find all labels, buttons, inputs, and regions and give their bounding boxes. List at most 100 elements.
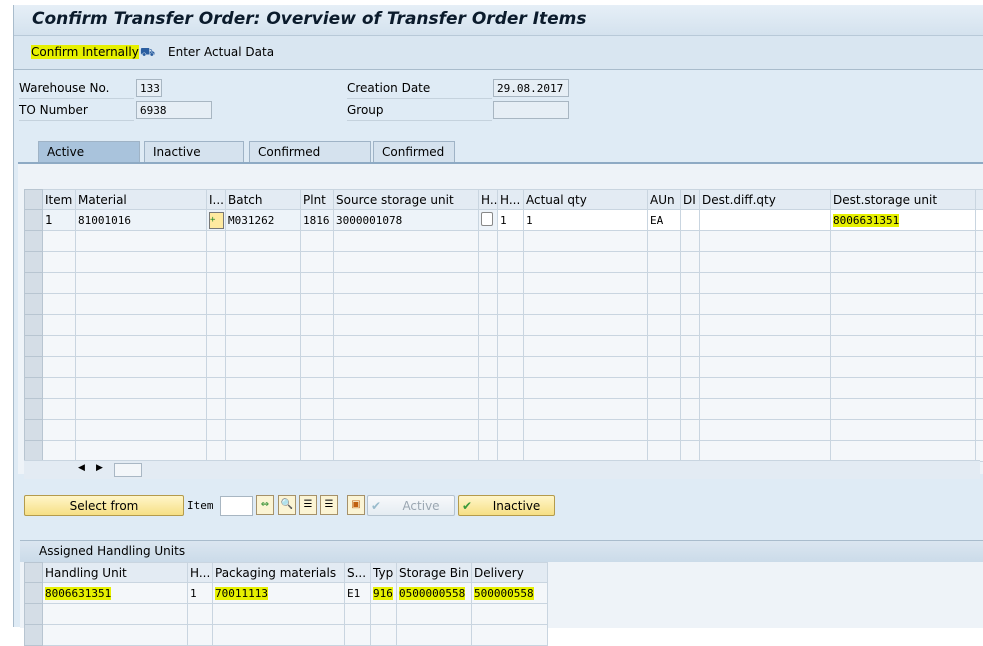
table-cell[interactable]: [479, 210, 498, 231]
hat-icon[interactable]: ⛟: [140, 45, 155, 61]
table-cell[interactable]: [681, 399, 700, 420]
table-cell[interactable]: 3000001078: [334, 210, 479, 231]
table-cell[interactable]: [43, 604, 188, 625]
select-from-button[interactable]: Select from: [24, 495, 184, 516]
table-cell[interactable]: 500000558: [472, 583, 548, 604]
table-row[interactable]: [25, 378, 983, 399]
column-header[interactable]: Dest.storage unit: [831, 190, 976, 210]
table-cell[interactable]: [831, 294, 976, 315]
table-cell[interactable]: 70011113: [213, 583, 345, 604]
column-header[interactable]: H...: [479, 190, 498, 210]
table-cell[interactable]: [498, 357, 524, 378]
table-cell[interactable]: [976, 336, 983, 357]
table-cell[interactable]: [648, 420, 681, 441]
table-cell[interactable]: [301, 252, 334, 273]
table-cell[interactable]: [213, 604, 345, 625]
table-cell[interactable]: [226, 273, 301, 294]
table-cell[interactable]: [345, 604, 371, 625]
checkbox[interactable]: [481, 212, 493, 226]
horizontal-scrollbar[interactable]: ◀ ▶: [24, 460, 980, 479]
table-cell[interactable]: 1: [43, 210, 76, 231]
table-cell[interactable]: [681, 294, 700, 315]
table-row[interactable]: [25, 420, 983, 441]
table-cell[interactable]: [700, 252, 831, 273]
table-row[interactable]: 8006631351170011113E19160500000558500000…: [25, 583, 548, 604]
table-cell[interactable]: [498, 336, 524, 357]
table-cell[interactable]: [76, 315, 207, 336]
inactive-button[interactable]: ✔Inactive: [458, 495, 555, 516]
table-cell[interactable]: [700, 357, 831, 378]
table-cell[interactable]: [76, 420, 207, 441]
table-cell[interactable]: [397, 604, 472, 625]
row-selector[interactable]: [25, 604, 43, 625]
table-cell[interactable]: [207, 315, 226, 336]
table-cell[interactable]: [76, 378, 207, 399]
table-cell[interactable]: [76, 336, 207, 357]
table-cell[interactable]: [681, 378, 700, 399]
table-cell[interactable]: [226, 441, 301, 462]
table-cell[interactable]: [334, 294, 479, 315]
column-header[interactable]: Delivery: [472, 563, 548, 583]
row-selector[interactable]: [25, 420, 43, 441]
row-selector[interactable]: [25, 294, 43, 315]
row-selector[interactable]: [25, 315, 43, 336]
row-selector[interactable]: [25, 441, 43, 462]
table-cell[interactable]: [43, 273, 76, 294]
table-row[interactable]: [25, 315, 983, 336]
column-header[interactable]: Actual qty: [524, 190, 648, 210]
table-cell[interactable]: [213, 625, 345, 646]
search-icon[interactable]: 🔍: [278, 495, 296, 515]
scroll-left-icon[interactable]: ◀: [78, 463, 85, 473]
column-header[interactable]: S...: [345, 563, 371, 583]
table-cell[interactable]: [397, 625, 472, 646]
column-header[interactable]: Typ: [371, 563, 397, 583]
column-header[interactable]: Packaging materials: [213, 563, 345, 583]
table-row[interactable]: [25, 604, 548, 625]
table-cell[interactable]: [831, 231, 976, 252]
table-cell[interactable]: [648, 399, 681, 420]
table-cell[interactable]: [334, 273, 479, 294]
table-cell[interactable]: [334, 441, 479, 462]
table-row[interactable]: [25, 399, 983, 420]
table-cell[interactable]: [700, 399, 831, 420]
table-cell[interactable]: [976, 315, 983, 336]
table-cell[interactable]: [700, 378, 831, 399]
table-cell[interactable]: [479, 441, 498, 462]
table-cell[interactable]: [498, 441, 524, 462]
row-selector[interactable]: [25, 378, 43, 399]
table-cell[interactable]: [976, 273, 983, 294]
table-cell[interactable]: 1: [498, 210, 524, 231]
tab-inactive-items[interactable]: Inactive items: [144, 141, 244, 162]
table-cell[interactable]: [43, 252, 76, 273]
table-cell[interactable]: [976, 441, 983, 462]
table-cell[interactable]: [207, 378, 226, 399]
table-cell[interactable]: [976, 420, 983, 441]
table-cell[interactable]: [334, 315, 479, 336]
table-cell[interactable]: [831, 378, 976, 399]
select-all-cell[interactable]: [25, 190, 43, 210]
table-cell[interactable]: [681, 441, 700, 462]
group-field[interactable]: [493, 101, 569, 119]
table-cell[interactable]: [207, 231, 226, 252]
table-cell[interactable]: [648, 378, 681, 399]
table-cell[interactable]: [334, 399, 479, 420]
table-cell[interactable]: [524, 273, 648, 294]
table-cell[interactable]: [472, 625, 548, 646]
table-cell[interactable]: 916: [371, 583, 397, 604]
column-header[interactable]: DI: [681, 190, 700, 210]
table-cell[interactable]: [371, 604, 397, 625]
table-cell[interactable]: [976, 399, 983, 420]
table-row[interactable]: 181001016+M0312621816300000107811EA80066…: [25, 210, 983, 231]
column-header[interactable]: Storage Bin: [397, 563, 472, 583]
table-cell[interactable]: [479, 315, 498, 336]
table-cell[interactable]: [334, 357, 479, 378]
table-cell[interactable]: [226, 420, 301, 441]
table-cell[interactable]: [479, 357, 498, 378]
table-cell[interactable]: M031262: [226, 210, 301, 231]
row-selector[interactable]: [25, 399, 43, 420]
to-number-field[interactable]: 6938: [136, 101, 212, 119]
table-cell[interactable]: [479, 231, 498, 252]
table-cell[interactable]: [498, 273, 524, 294]
table-cell[interactable]: [479, 252, 498, 273]
table-cell[interactable]: [479, 399, 498, 420]
